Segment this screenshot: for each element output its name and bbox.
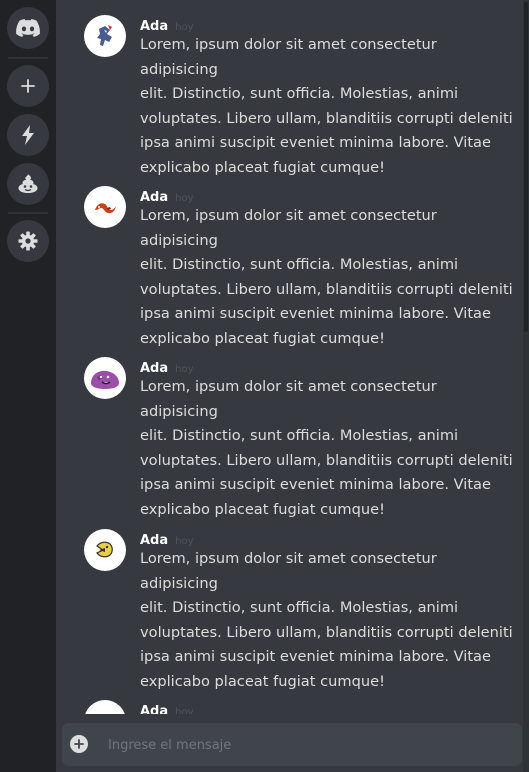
lightning-bolt-icon bbox=[22, 125, 34, 145]
message-author[interactable]: Ada bbox=[140, 361, 168, 376]
message-timestamp: hoy bbox=[175, 536, 194, 547]
sidebar-divider bbox=[8, 212, 48, 214]
avatar[interactable] bbox=[84, 15, 126, 57]
scrollbar-thumb[interactable] bbox=[524, 2, 528, 332]
add-attachment-button[interactable] bbox=[70, 735, 88, 753]
message-text: Lorem, ipsum dolor sit amet consectetur … bbox=[140, 378, 513, 518]
message-text: Lorem, ipsum dolor sit amet consectetur … bbox=[140, 36, 513, 176]
message-timestamp: hoy bbox=[175, 193, 194, 204]
pokemon-sprite-icon bbox=[95, 203, 116, 214]
message-author[interactable]: Ada bbox=[140, 19, 168, 34]
gear-icon bbox=[18, 231, 38, 251]
message-author[interactable]: Ada bbox=[140, 704, 168, 714]
add-server-button[interactable] bbox=[7, 65, 49, 107]
message-timestamp: hoy bbox=[175, 707, 194, 714]
avatar[interactable] bbox=[84, 357, 126, 399]
pokemon-sprite-icon bbox=[92, 708, 118, 714]
message-author[interactable]: Ada bbox=[140, 533, 168, 548]
plus-icon bbox=[21, 79, 35, 93]
pokemon-sprite-icon bbox=[97, 25, 112, 46]
server-sidebar bbox=[0, 0, 56, 772]
settings-button[interactable] bbox=[7, 220, 49, 262]
message-text: Lorem, ipsum dolor sit amet consectetur … bbox=[140, 207, 513, 347]
discord-home-button[interactable] bbox=[7, 7, 49, 49]
message-text: Lorem, ipsum dolor sit amet consectetur … bbox=[140, 550, 513, 690]
message-timestamp: hoy bbox=[175, 22, 194, 33]
avatar[interactable] bbox=[84, 529, 126, 571]
sidebar-divider bbox=[8, 57, 48, 59]
avatar[interactable] bbox=[84, 700, 126, 714]
message-input[interactable] bbox=[106, 731, 510, 760]
poop-icon bbox=[18, 174, 38, 193]
plus-circle-icon bbox=[74, 739, 84, 749]
message-list: Ada hoy Lorem, ipsum dolor sit amet conse… bbox=[56, 0, 522, 714]
message-input-bar bbox=[62, 723, 522, 766]
message-timestamp: hoy bbox=[175, 364, 194, 375]
avatar[interactable] bbox=[84, 186, 126, 228]
poop-button[interactable] bbox=[7, 163, 49, 205]
pokemon-sprite-icon bbox=[91, 370, 119, 389]
pokemon-sprite-icon bbox=[96, 541, 113, 558]
discord-logo-icon bbox=[16, 19, 40, 37]
message-author[interactable]: Ada bbox=[140, 190, 168, 205]
bolt-button[interactable] bbox=[7, 114, 49, 156]
